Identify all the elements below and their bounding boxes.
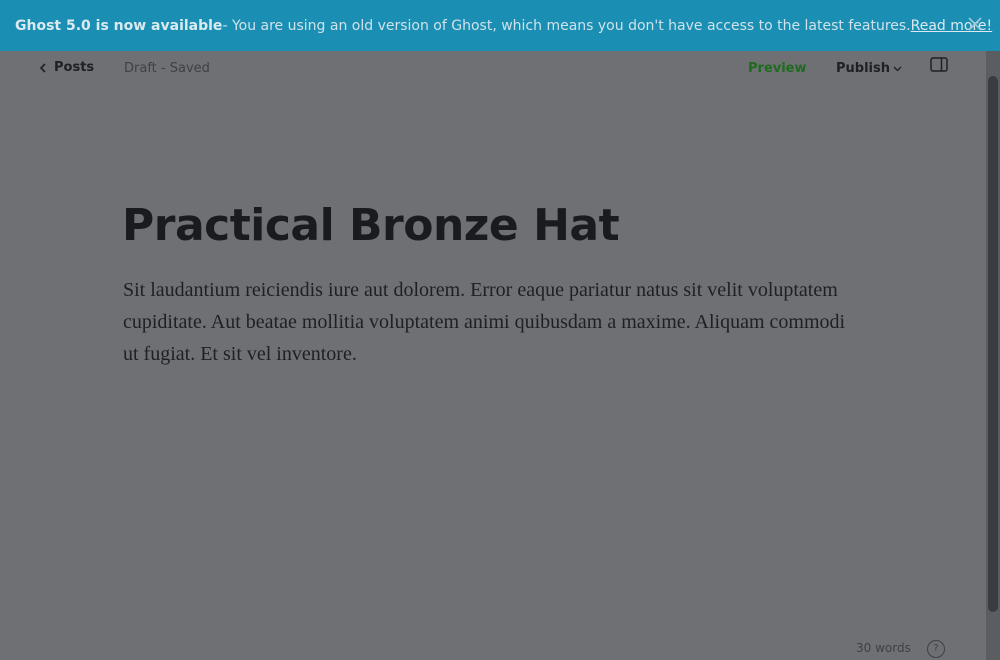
publish-label: Publish — [836, 61, 890, 76]
help-icon[interactable]: ? — [927, 640, 945, 658]
update-banner: Ghost 5.0 is now available - You are usi… — [0, 0, 1000, 51]
close-icon[interactable] — [968, 17, 982, 31]
back-to-posts-link[interactable]: Posts — [40, 60, 94, 75]
publish-button[interactable]: Publish — [836, 61, 902, 76]
post-title[interactable]: Practical Bronze Hat — [122, 200, 620, 251]
save-status: Draft - Saved — [124, 61, 210, 76]
editor-header: Posts Draft - Saved Preview Publish — [0, 51, 986, 87]
scrollbar-thumb[interactable] — [988, 76, 998, 612]
post-body[interactable]: Sit laudantium reiciendis iure aut dolor… — [123, 274, 863, 370]
banner-message: - You are using an old version of Ghost,… — [222, 17, 911, 34]
back-label: Posts — [54, 60, 95, 75]
preview-button[interactable]: Preview — [748, 61, 807, 76]
word-count: 30 words — [856, 641, 911, 655]
banner-headline: Ghost 5.0 is now available — [15, 17, 223, 34]
chevron-left-icon — [40, 62, 46, 73]
sidebar-toggle-icon[interactable] — [930, 57, 948, 73]
chevron-down-icon — [893, 66, 902, 71]
